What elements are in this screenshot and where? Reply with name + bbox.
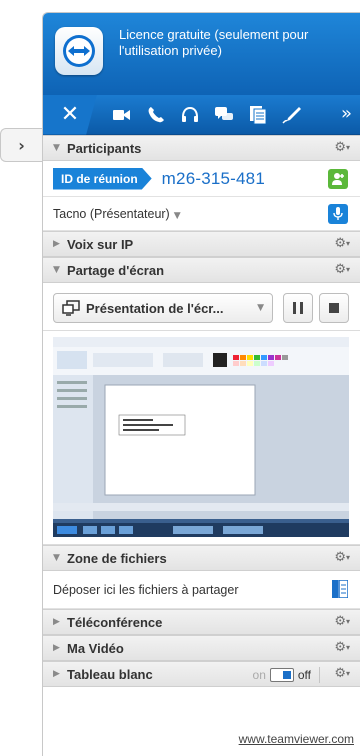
- section-participants-header[interactable]: ▼ Participants ⚙▾: [43, 135, 360, 161]
- screen-share-controls: Présentation de l'écr... ▼: [43, 283, 360, 331]
- toolbar: ✕ »: [43, 94, 360, 135]
- gear-icon[interactable]: ⚙▾: [334, 666, 350, 681]
- collapsed-triangle-icon: ▶: [53, 617, 60, 627]
- pen-icon[interactable]: [281, 104, 303, 126]
- more-tools-button[interactable]: »: [341, 103, 352, 124]
- file-share-icon[interactable]: [332, 579, 349, 601]
- file-drop-zone[interactable]: Déposer ici les fichiers à partager: [43, 571, 360, 609]
- license-text: Licence gratuite (seulement pour l'utili…: [119, 27, 309, 58]
- presenter-name[interactable]: Tacno (Présentateur) ▼: [53, 207, 181, 221]
- teamviewer-website-link[interactable]: www.teamviewer.com: [239, 732, 354, 746]
- microphone-icon: [333, 206, 343, 220]
- invite-participant-button[interactable]: [328, 168, 348, 189]
- gear-icon[interactable]: ⚙▾: [334, 140, 350, 155]
- camera-icon[interactable]: [111, 104, 133, 126]
- gear-icon[interactable]: ⚙▾: [334, 236, 350, 251]
- meeting-id-row: ID de réunion m26-315-481: [43, 161, 360, 197]
- gear-icon[interactable]: ⚙▾: [334, 640, 350, 655]
- collapse-panel-tab[interactable]: ›: [0, 128, 42, 162]
- close-meeting-button[interactable]: ✕: [43, 94, 97, 135]
- toggle-switch[interactable]: [269, 668, 294, 682]
- dropdown-arrow-icon: ▼: [173, 210, 181, 221]
- stop-icon: [329, 303, 339, 313]
- teamviewer-logo: [55, 27, 103, 75]
- chevron-right-icon: ›: [18, 135, 25, 155]
- section-files-header[interactable]: ▼ Zone de fichiers ⚙▾: [43, 545, 360, 571]
- teamviewer-meeting-panel: Licence gratuite (seulement pour l'utili…: [42, 12, 360, 756]
- expanded-triangle-icon: ▼: [53, 143, 60, 153]
- dropdown-arrow-icon: ▼: [257, 303, 264, 313]
- phone-icon[interactable]: [145, 104, 167, 126]
- collapsed-triangle-icon: ▶: [53, 643, 60, 653]
- meeting-id-label: ID de réunion: [53, 167, 152, 190]
- section-title: Voix sur IP: [67, 236, 134, 252]
- section-title: Zone de fichiers: [67, 550, 167, 566]
- chat-icon[interactable]: [213, 104, 235, 126]
- section-title: Partage d'écran: [67, 262, 165, 278]
- gear-icon[interactable]: ⚙▾: [334, 614, 350, 629]
- section-screen-share-header[interactable]: ▼ Partage d'écran ⚙▾: [43, 257, 360, 283]
- toggle-on-label: on: [252, 668, 266, 682]
- monitor-icon: [62, 300, 80, 316]
- section-title: Participants: [67, 140, 142, 156]
- section-whiteboard-header[interactable]: ▶ Tableau blanc on off ⚙▾: [43, 661, 360, 687]
- meeting-id-value[interactable]: m26-315-481: [162, 169, 265, 189]
- files-icon[interactable]: [247, 104, 269, 126]
- add-user-icon: [332, 172, 344, 185]
- toggle-off-label: off: [297, 668, 311, 682]
- share-mode-select[interactable]: Présentation de l'écr... ▼: [53, 293, 273, 323]
- section-video-header[interactable]: ▶ Ma Vidéo ⚙▾: [43, 635, 360, 661]
- section-conference-header[interactable]: ▶ Téléconférence ⚙▾: [43, 609, 360, 635]
- pause-icon: [293, 302, 303, 314]
- section-voip-header[interactable]: ▶ Voix sur IP ⚙▾: [43, 231, 360, 257]
- file-drop-text: Déposer ici les fichiers à partager: [53, 582, 239, 597]
- screen-preview-area: [43, 331, 360, 545]
- pause-button[interactable]: [283, 293, 313, 323]
- stop-button[interactable]: [319, 293, 349, 323]
- whiteboard-toggle[interactable]: on off: [253, 667, 320, 683]
- panel-header: Licence gratuite (seulement pour l'utili…: [43, 13, 360, 95]
- expanded-triangle-icon: ▼: [53, 265, 60, 275]
- section-title: Ma Vidéo: [67, 640, 124, 656]
- section-title: Téléconférence: [67, 614, 163, 630]
- gear-icon[interactable]: ⚙▾: [334, 550, 350, 565]
- microphone-button[interactable]: [328, 203, 348, 224]
- collapsed-triangle-icon: ▶: [53, 669, 60, 679]
- headset-icon[interactable]: [179, 104, 201, 126]
- divider: [319, 667, 320, 683]
- gear-icon[interactable]: ⚙▾: [334, 262, 350, 277]
- expanded-triangle-icon: ▼: [53, 553, 60, 563]
- presenter-row[interactable]: Tacno (Présentateur) ▼: [43, 197, 360, 231]
- screen-preview-thumbnail: [53, 337, 349, 537]
- collapsed-triangle-icon: ▶: [53, 239, 60, 249]
- section-title: Tableau blanc: [67, 666, 153, 682]
